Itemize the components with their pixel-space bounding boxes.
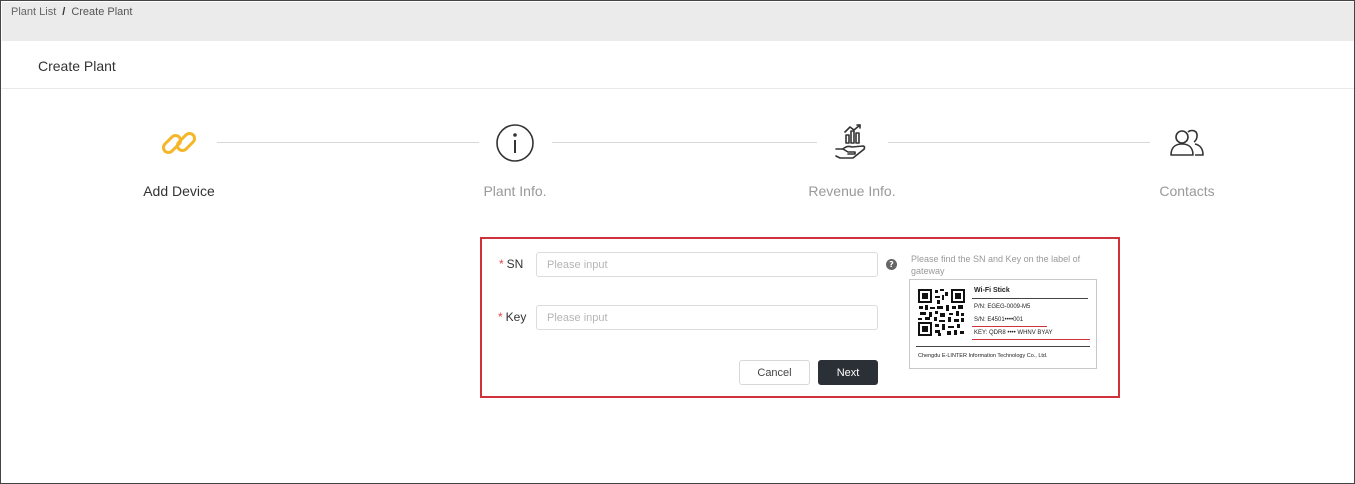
step-plant-info: Plant Info.	[435, 121, 595, 199]
breadcrumb-bar: Plant List / Create Plant	[2, 2, 1354, 41]
key-input[interactable]	[536, 305, 878, 330]
breadcrumb-plant-list[interactable]: Plant List	[11, 6, 56, 18]
info-icon	[493, 121, 537, 165]
key-required-mark: *	[498, 310, 503, 324]
qr-code-image	[918, 289, 965, 336]
revenue-hand-icon	[830, 121, 874, 165]
step-contacts: Contacts	[1107, 121, 1267, 199]
label-product-name: Wi-Fi Stick	[974, 287, 1010, 294]
label-key-underline	[972, 339, 1090, 340]
step-label-contacts: Contacts	[1159, 183, 1215, 199]
page-header: Create Plant	[2, 41, 1354, 89]
step-label-add-device: Add Device	[143, 183, 215, 199]
page-title: Create Plant	[38, 58, 116, 74]
step-label-plant-info: Plant Info.	[483, 183, 547, 199]
label-company: Chengdu E-LINTER Information Technology …	[918, 353, 1048, 359]
link-icon	[157, 121, 201, 165]
label-key: KEY: QDR8 •••• WHNV BYAY	[974, 330, 1053, 336]
cancel-button[interactable]: Cancel	[739, 360, 810, 385]
app-frame: Plant List / Create Plant Create Plant Add…	[0, 0, 1355, 484]
key-label-text: Key	[505, 310, 527, 324]
step-add-device: Add Device	[99, 121, 259, 199]
breadcrumb-separator: /	[62, 6, 66, 18]
label-rule	[972, 298, 1088, 299]
gateway-label-image: Wi-Fi Stick P/N: EGEG-0009-M5 S/N: E4501…	[909, 279, 1097, 369]
sn-required-mark: *	[499, 257, 504, 271]
sn-label: * SN	[499, 257, 523, 271]
step-label-revenue-info: Revenue Info.	[808, 183, 896, 199]
next-button[interactable]: Next	[818, 360, 878, 385]
breadcrumb-current: Create Plant	[71, 6, 133, 18]
key-label: * Key	[498, 310, 526, 324]
label-bottom-rule	[916, 346, 1090, 347]
contacts-icon	[1165, 121, 1209, 165]
breadcrumb: Plant List / Create Plant	[11, 6, 132, 18]
sn-label-text: SN	[506, 257, 524, 271]
label-sn-underline	[972, 326, 1047, 327]
step-revenue-info: Revenue Info.	[772, 121, 932, 199]
label-serial-number: S/N: E4501••••001	[974, 317, 1024, 323]
sn-key-hint: Please find the SN and Key on the label …	[911, 254, 1081, 276]
sn-input[interactable]	[536, 252, 878, 277]
question-circle-icon[interactable]: ?	[886, 259, 897, 270]
label-part-number: P/N: EGEG-0009-M5	[974, 304, 1031, 310]
